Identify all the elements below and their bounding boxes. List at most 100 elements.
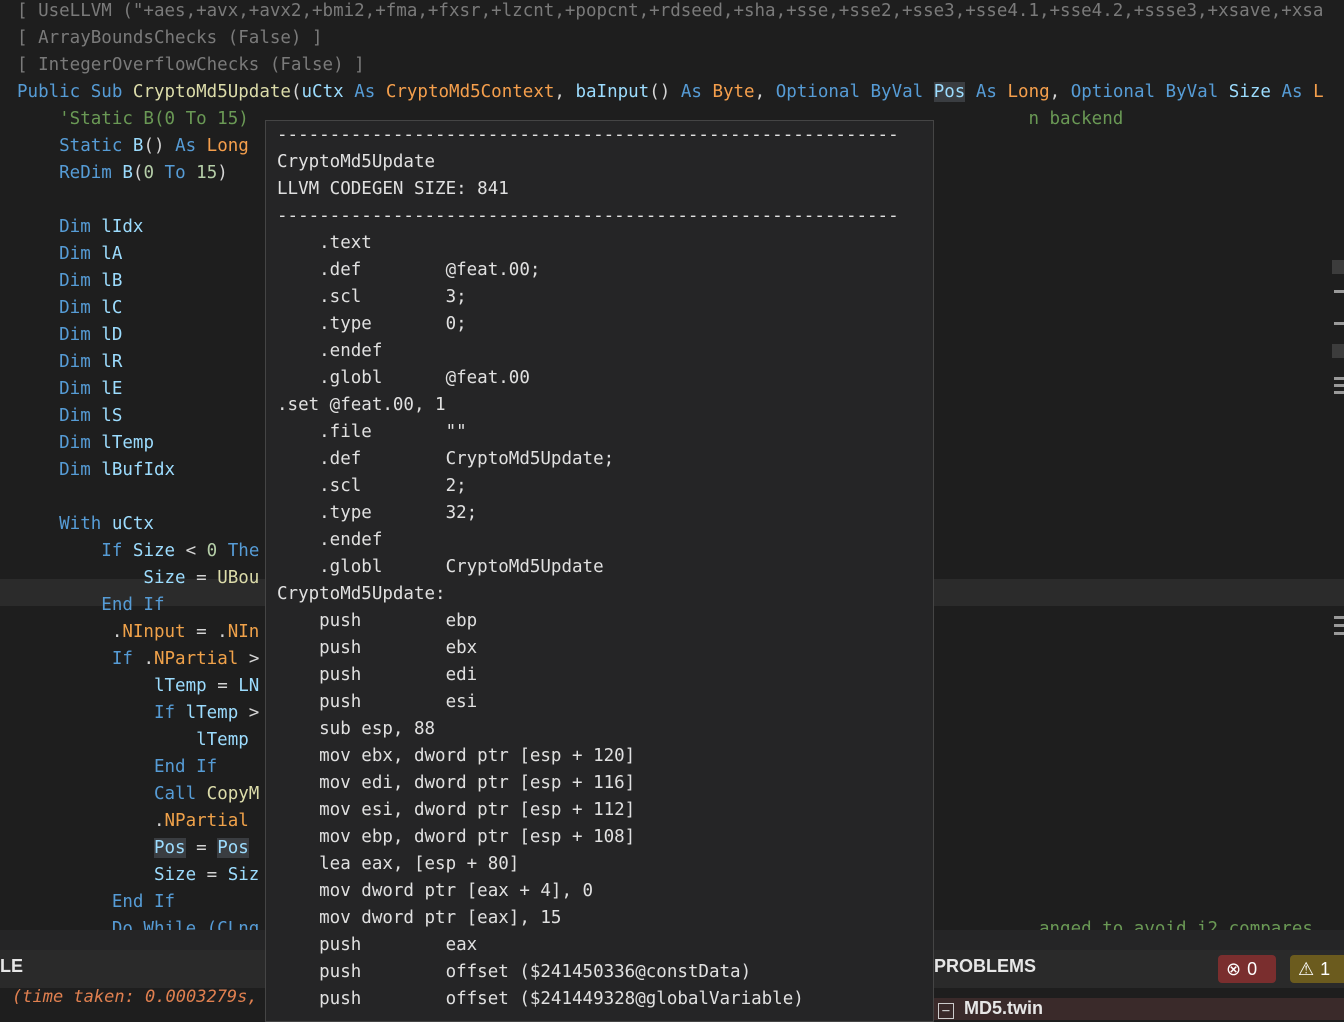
code-line[interactable]: Size = UBou	[17, 565, 259, 592]
code-token: lB	[101, 271, 123, 291]
code-line[interactable]: [ UseLLVM ("+aes,+avx,+avx2,+bmi2,+fma,+…	[17, 0, 1323, 25]
code-line[interactable]: lTemp	[17, 727, 249, 754]
code-line[interactable]: Dim lTemp	[17, 430, 154, 457]
code-token: Dim	[17, 244, 102, 264]
code-line[interactable]: lTemp = LN	[17, 673, 259, 700]
code-line[interactable]: With uCtx	[17, 511, 154, 538]
code-token: End If	[17, 757, 218, 777]
code-token: Dim	[17, 217, 102, 237]
code-line[interactable]: Dim lA	[17, 241, 122, 268]
code-token: lTemp	[185, 703, 239, 723]
tooltip-asm-line: push offset ($241449328@globalVariable)	[277, 989, 804, 1009]
code-line[interactable]: Pos = Pos	[17, 835, 249, 862]
code-line[interactable]: Call CopyM	[17, 781, 259, 808]
code-token: Dim	[17, 352, 102, 372]
scroll-marker	[1332, 260, 1344, 274]
tooltip-asm-line: .scl 2;	[277, 476, 467, 496]
code-token: lE	[101, 379, 123, 399]
code-token: ,	[1049, 82, 1071, 102]
time-taken-text: (time taken: 0.0003279s,	[12, 987, 258, 1007]
output-panel-title: LE	[0, 956, 24, 976]
code-line[interactable]: .NInput = .NIn	[17, 619, 260, 646]
scroll-marker	[1334, 616, 1344, 619]
code-token: (	[132, 163, 144, 183]
code-token: .	[17, 811, 165, 831]
tooltip-asm-line: ----------------------------------------…	[277, 125, 899, 145]
code-token: As	[965, 82, 1008, 102]
tooltip-function-name: CryptoMd5Update	[277, 152, 436, 172]
code-token: Long	[206, 136, 249, 156]
tooltip-asm-line: push edi	[277, 665, 478, 685]
scroll-marker	[1334, 632, 1344, 635]
tooltip-asm-line: .globl CryptoMd5Update	[277, 557, 604, 577]
code-token: Long	[1007, 82, 1050, 102]
code-token: 0	[143, 163, 154, 183]
code-line[interactable]: Dim lB	[17, 268, 122, 295]
problems-panel-title: PROBLEMS	[934, 956, 1037, 976]
code-line[interactable]: Static B() As Long	[17, 133, 249, 160]
code-line[interactable]: End If	[17, 592, 164, 619]
code-token: ReDim	[17, 163, 123, 183]
code-line[interactable]: Dim lE	[17, 376, 122, 403]
code-token: Call	[17, 784, 207, 804]
code-line[interactable]: End If	[17, 889, 175, 916]
code-token: (	[290, 82, 302, 102]
code-line[interactable]: If Size < 0 The	[17, 538, 259, 565]
code-line[interactable]: Public Sub CryptoMd5Update(uCtx As Crypt…	[17, 79, 1324, 106]
code-token: lC	[101, 298, 123, 318]
error-count-badge[interactable]: ⊗ 0	[1218, 955, 1276, 983]
output-panel-header[interactable]	[0, 950, 270, 988]
code-token: Dim	[17, 379, 102, 399]
code-token: Size	[17, 568, 186, 588]
code-line[interactable]: Dim lD	[17, 322, 122, 349]
code-line[interactable]: [ ArrayBoundsChecks (False) ]	[17, 25, 323, 52]
code-token: If	[17, 649, 144, 669]
code-token: As	[680, 82, 713, 102]
tooltip-asm-line: .type 32;	[277, 503, 478, 523]
tooltip-asm-line: lea eax, [esp + 80]	[277, 854, 520, 874]
tooltip-asm-line: .endef	[277, 530, 383, 550]
tooltip-asm-line: sub esp, 88	[277, 719, 436, 739]
code-line[interactable]: ReDim B(0 To 15)	[17, 160, 228, 187]
code-token: ()	[649, 82, 681, 102]
code-token: Public Sub	[17, 82, 133, 102]
code-line[interactable]: .NPartial	[17, 808, 249, 835]
tooltip-asm-line: .endef	[277, 341, 383, 361]
code-token: =	[206, 676, 239, 696]
code-token: n backend	[1028, 109, 1124, 129]
code-token: CryptoMd5Context	[385, 82, 555, 102]
code-line[interactable]: [ IntegerOverflowChecks (False) ]	[17, 52, 365, 79]
tooltip-asm-line: .scl 3;	[277, 287, 467, 307]
code-line[interactable]: Dim lS	[17, 403, 122, 430]
code-line[interactable]: Dim lBufIdx	[17, 457, 175, 484]
code-line[interactable]: If lTemp >	[17, 700, 259, 727]
code-token: Dim	[17, 460, 102, 480]
code-token: [ UseLLVM ("+aes,+avx,+avx2,+bmi2,+fma,+…	[17, 1, 1324, 21]
code-token: If	[17, 703, 186, 723]
tooltip-asm-line: mov ebx, dword ptr [esp + 120]	[277, 746, 636, 766]
code-line[interactable]: Size = Siz	[17, 862, 259, 889]
tooltip-asm-line: push offset ($241450336@constData)	[277, 962, 752, 982]
code-token: CryptoMd5Update	[132, 82, 291, 102]
scroll-marker	[1334, 391, 1344, 394]
code-line[interactable]: Dim lIdx	[17, 214, 143, 241]
warning-count-badge[interactable]: ⚠ 1	[1290, 955, 1344, 983]
code-line[interactable]: End If	[17, 754, 217, 781]
code-token: Pos	[933, 82, 966, 102]
tooltip-codegen-size: LLVM CODEGEN SIZE: 841	[277, 179, 509, 199]
code-token: ,	[754, 82, 776, 102]
code-line[interactable]: If .NPartial >	[17, 646, 260, 673]
code-line[interactable]: Dim lC	[17, 295, 122, 322]
code-token: LN	[238, 676, 260, 696]
code-token: Dim	[17, 406, 102, 426]
collapse-toggle-icon[interactable]: −	[938, 1003, 954, 1019]
code-token: lS	[101, 406, 123, 426]
tooltip-asm-line: .globl @feat.00	[277, 368, 530, 388]
code-token: Size	[17, 865, 197, 885]
code-line[interactable]: Dim lR	[17, 349, 122, 376]
code-token: The	[217, 541, 260, 561]
code-token: uCtx	[301, 82, 344, 102]
tooltip-asm-line: mov edi, dword ptr [esp + 116]	[277, 773, 636, 793]
code-token: 15	[196, 163, 218, 183]
